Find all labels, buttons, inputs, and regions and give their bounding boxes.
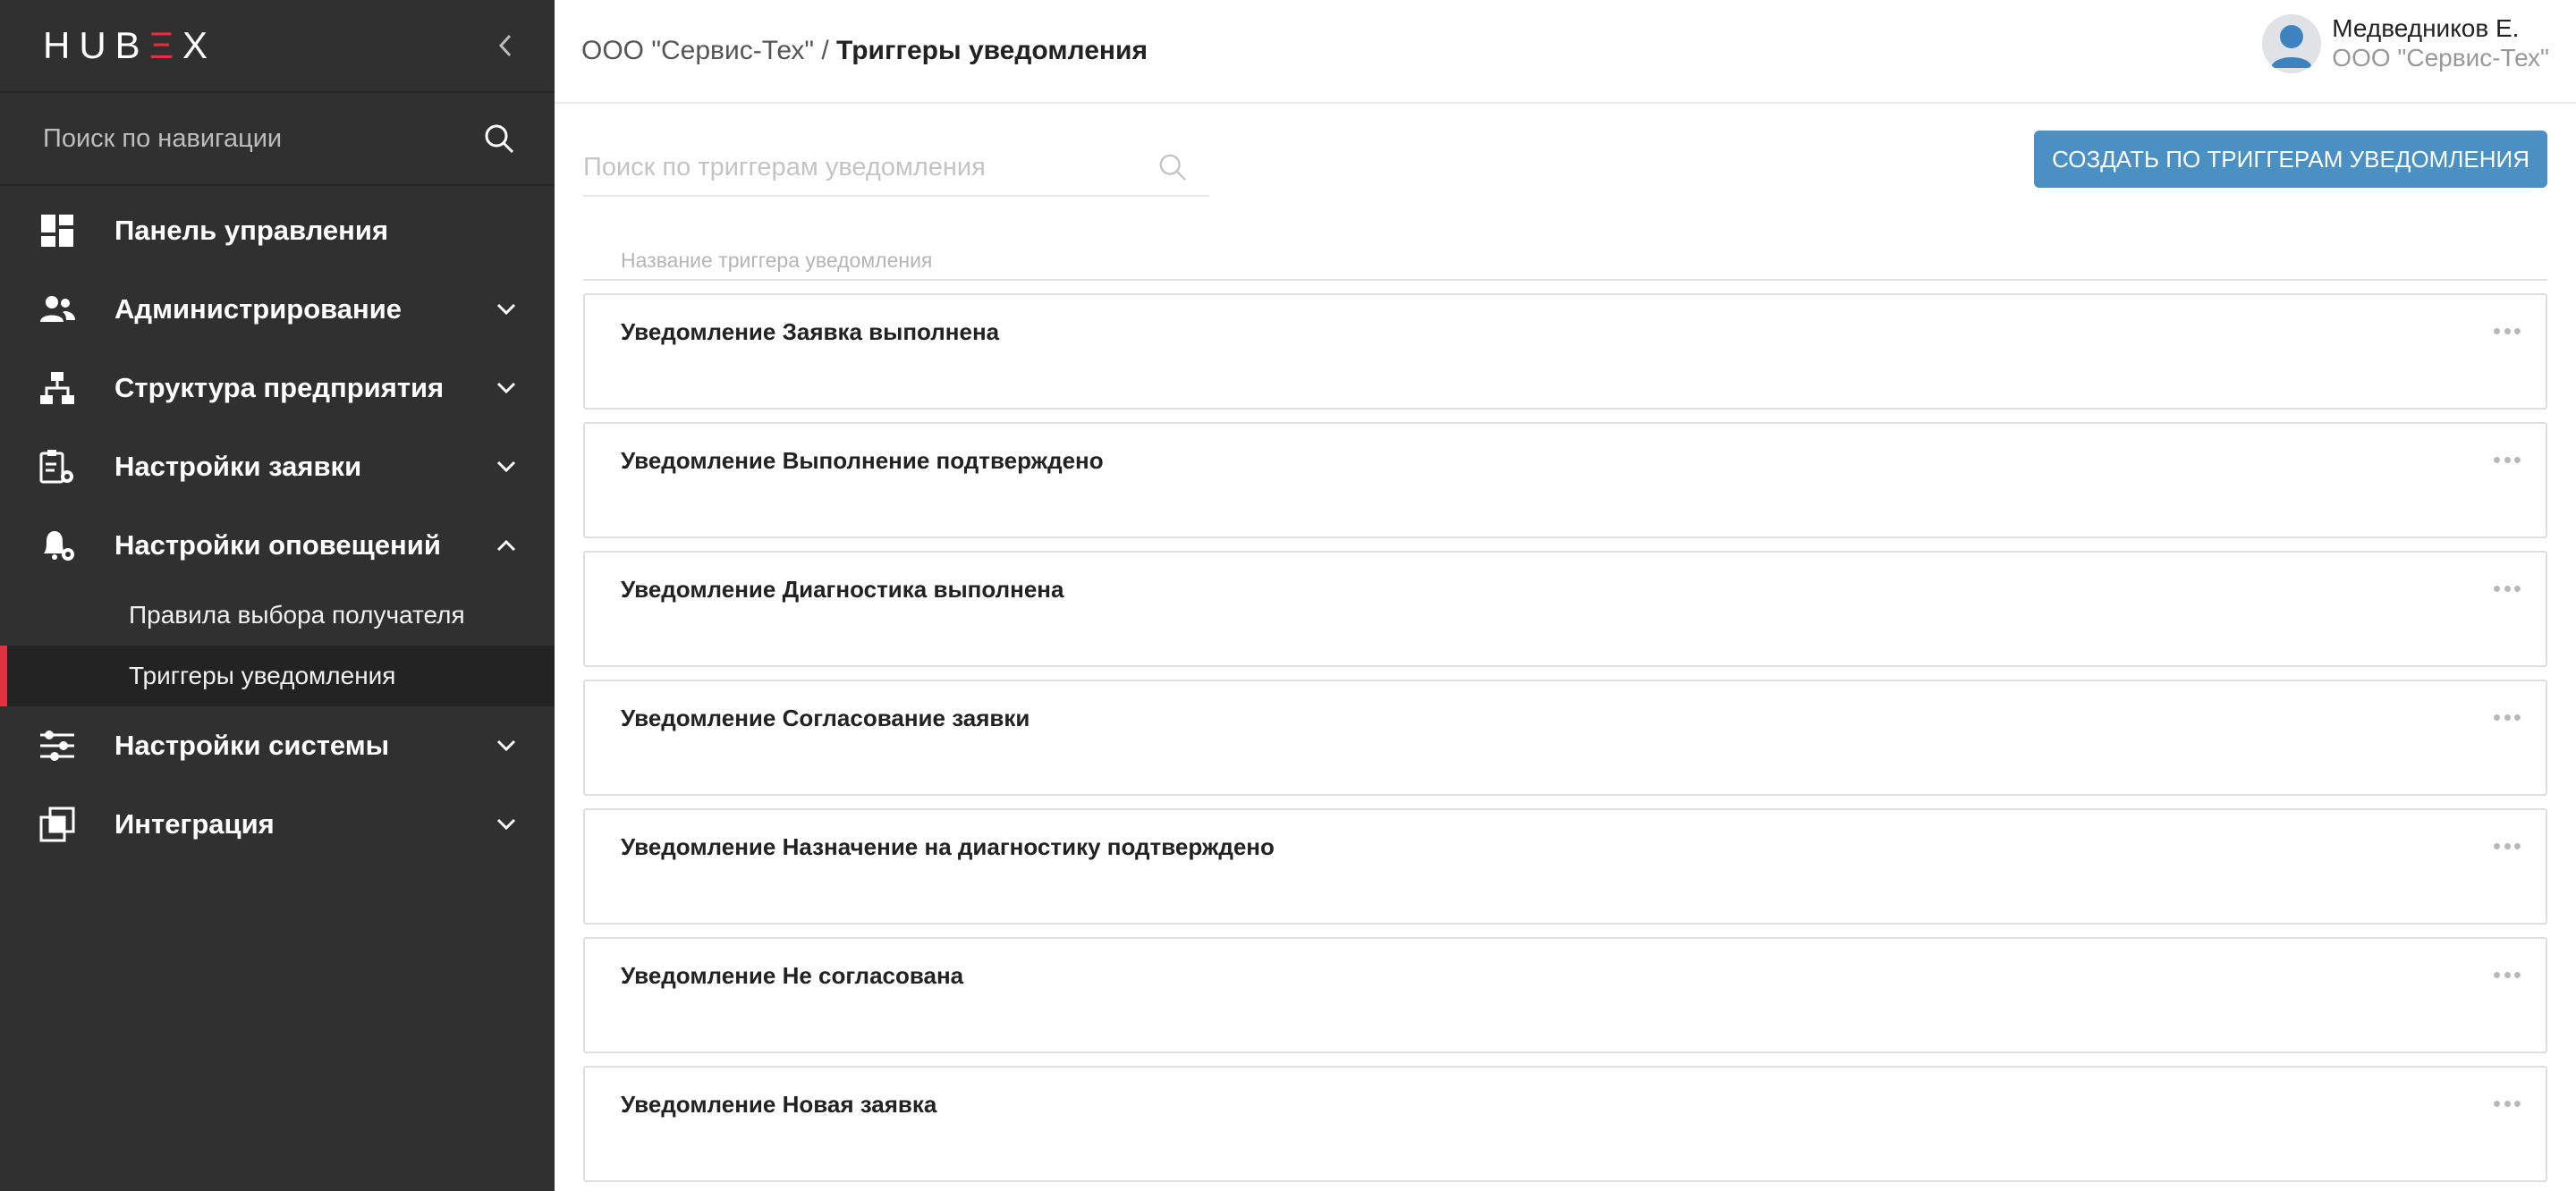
breadcrumb-current: Триггеры уведомления [836,36,1148,65]
nav-item-label: Настройки заявки [114,451,362,482]
logo-bar: HUBΞX [0,0,555,93]
table-row[interactable]: Уведомление Назначение на диагностику по… [583,808,2547,925]
chevron-up-icon [494,533,519,558]
table-row[interactable]: Уведомление Не согласована [583,937,2547,1053]
chevron-down-icon [494,733,519,758]
nav-item-administration[interactable]: Администрирование [0,270,555,349]
table-row[interactable]: Уведомление Новая заявка [583,1066,2547,1182]
avatar [2262,14,2322,73]
user-org: ООО "Сервис-Тех" [2332,44,2549,72]
user-name: Медведников Е. [2332,14,2520,42]
nav-item-dashboard[interactable]: Панель управления [0,191,555,270]
table-row[interactable]: Уведомление Диагностика выполнена [583,551,2547,667]
trigger-name: Уведомление Новая заявка [621,1091,937,1118]
search-icon[interactable] [483,122,515,155]
trigger-search [583,139,1209,197]
trigger-name: Уведомление Не согласована [621,962,964,989]
sliders-icon [38,726,77,765]
trigger-search-input[interactable] [583,152,1138,182]
nav-item-integration[interactable]: Интеграция [0,785,555,864]
table-row[interactable]: Уведомление Заявка выполнена [583,293,2547,410]
trigger-name: Уведомление Согласование заявки [621,705,1030,731]
more-options-icon[interactable] [2494,840,2521,851]
user-profile[interactable]: Медведников Е. ООО "Сервис-Тех" [2262,14,2549,73]
nav-search [0,93,555,186]
more-options-icon[interactable] [2494,969,2521,980]
chevron-down-icon [494,812,519,837]
trigger-name: Уведомление Заявка выполнена [621,318,1000,345]
more-options-icon[interactable] [2494,583,2521,594]
nav-item-label: Панель управления [114,215,389,246]
breadcrumb-org[interactable]: ООО "Сервис-Тех" / [581,36,829,65]
trigger-name: Уведомление Выполнение подтверждено [621,447,1104,474]
org-structure-icon [38,368,77,408]
dashboard-icon [38,211,77,250]
nav-item-label: Настройки системы [114,730,390,761]
chevron-down-icon [494,454,519,479]
users-icon [38,290,77,329]
trigger-name: Уведомление Диагностика выполнена [621,576,1064,603]
hubex-logo[interactable]: HUBΞX [43,24,216,67]
table-row[interactable]: Уведомление Выполнение подтверждено [583,422,2547,538]
nav-item-label: Интеграция [114,808,275,840]
more-options-icon[interactable] [2494,1098,2521,1109]
trigger-list: Уведомление Заявка выполнена Уведомление… [583,293,2547,1191]
main-content: СОЗДАТЬ ПО ТРИГГЕРАМ УВЕДОМЛЕНИЯ Названи… [555,104,2576,1191]
nav-item-label: Структура предприятия [114,372,445,403]
more-options-icon[interactable] [2494,325,2521,336]
more-options-icon[interactable] [2494,454,2521,465]
search-icon[interactable] [1157,152,1188,182]
chevron-down-icon [494,376,519,401]
chevron-left-icon [498,34,512,57]
breadcrumb: ООО "Сервис-Тех" / Триггеры уведомления [581,36,1148,66]
nav-item-enterprise-structure[interactable]: Структура предприятия [0,349,555,427]
nav-item-notification-settings[interactable]: Настройки оповещений [0,506,555,585]
table-row[interactable]: Уведомление Согласование заявки [583,680,2547,796]
sidebar-subitem-notification-triggers[interactable]: Триггеры уведомления [0,646,555,706]
more-options-icon[interactable] [2494,712,2521,722]
nav-search-input[interactable] [43,123,454,154]
chevron-down-icon [494,297,519,322]
sidebar-subitem-recipient-rules[interactable]: Правила выбора получателя [0,585,555,646]
sidebar: HUBΞX Панель управления Администрировани… [0,0,555,1191]
clipboard-gear-icon [38,447,77,486]
app: HUBΞX Панель управления Администрировани… [0,0,2576,1191]
nav-item-request-settings[interactable]: Настройки заявки [0,427,555,506]
trigger-name: Уведомление Назначение на диагностику по… [621,833,1275,860]
toolbar: СОЗДАТЬ ПО ТРИГГЕРАМ УВЕДОМЛЕНИЯ [583,131,2547,202]
integration-icon [38,805,77,844]
nav-item-label: Настройки оповещений [114,529,441,561]
top-header: ООО "Сервис-Тех" / Триггеры уведомления … [555,0,2576,104]
bell-gear-icon [38,526,77,565]
collapse-sidebar-button[interactable] [492,32,519,59]
nav-item-label: Администрирование [114,293,402,325]
column-header-trigger-name[interactable]: Название триггера уведомления [583,249,2547,281]
nav-item-system-settings[interactable]: Настройки системы [0,706,555,785]
create-trigger-button[interactable]: СОЗДАТЬ ПО ТРИГГЕРАМ УВЕДОМЛЕНИЯ [2034,131,2547,188]
